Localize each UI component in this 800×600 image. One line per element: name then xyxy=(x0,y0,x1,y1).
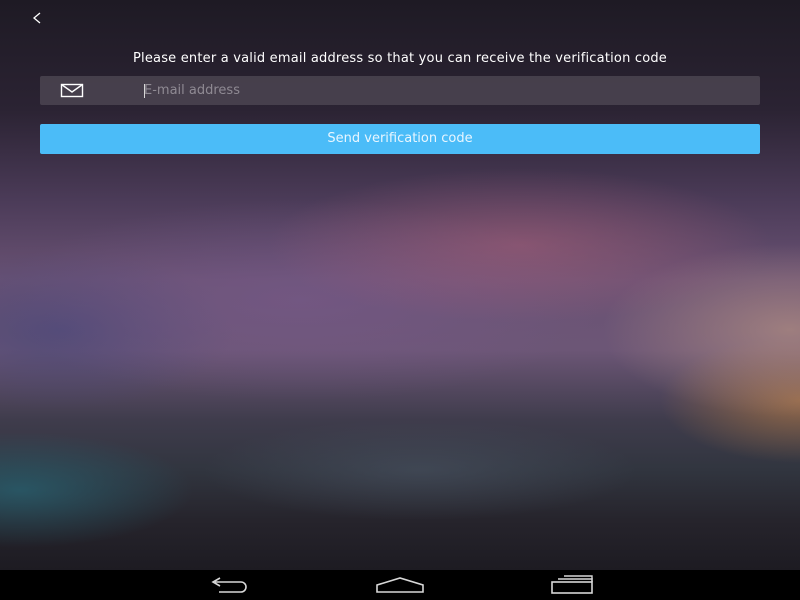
send-verification-code-button[interactable]: Send verification code xyxy=(40,124,760,154)
text-cursor xyxy=(144,84,145,98)
back-button[interactable] xyxy=(22,4,52,32)
nav-recents-icon xyxy=(551,575,593,594)
nav-recents-button[interactable] xyxy=(546,574,598,596)
nav-home-icon xyxy=(376,577,424,593)
screen: Please enter a valid email address so th… xyxy=(0,0,800,600)
nav-back-icon xyxy=(211,577,247,593)
instruction-text: Please enter a valid email address so th… xyxy=(132,51,668,66)
chevron-left-icon xyxy=(32,12,41,24)
email-field-container[interactable] xyxy=(40,76,760,105)
nav-home-button[interactable] xyxy=(374,574,426,596)
nav-back-button[interactable] xyxy=(203,574,255,596)
mail-icon xyxy=(60,83,84,98)
email-input[interactable] xyxy=(144,76,744,105)
system-navigation-bar xyxy=(0,570,800,600)
